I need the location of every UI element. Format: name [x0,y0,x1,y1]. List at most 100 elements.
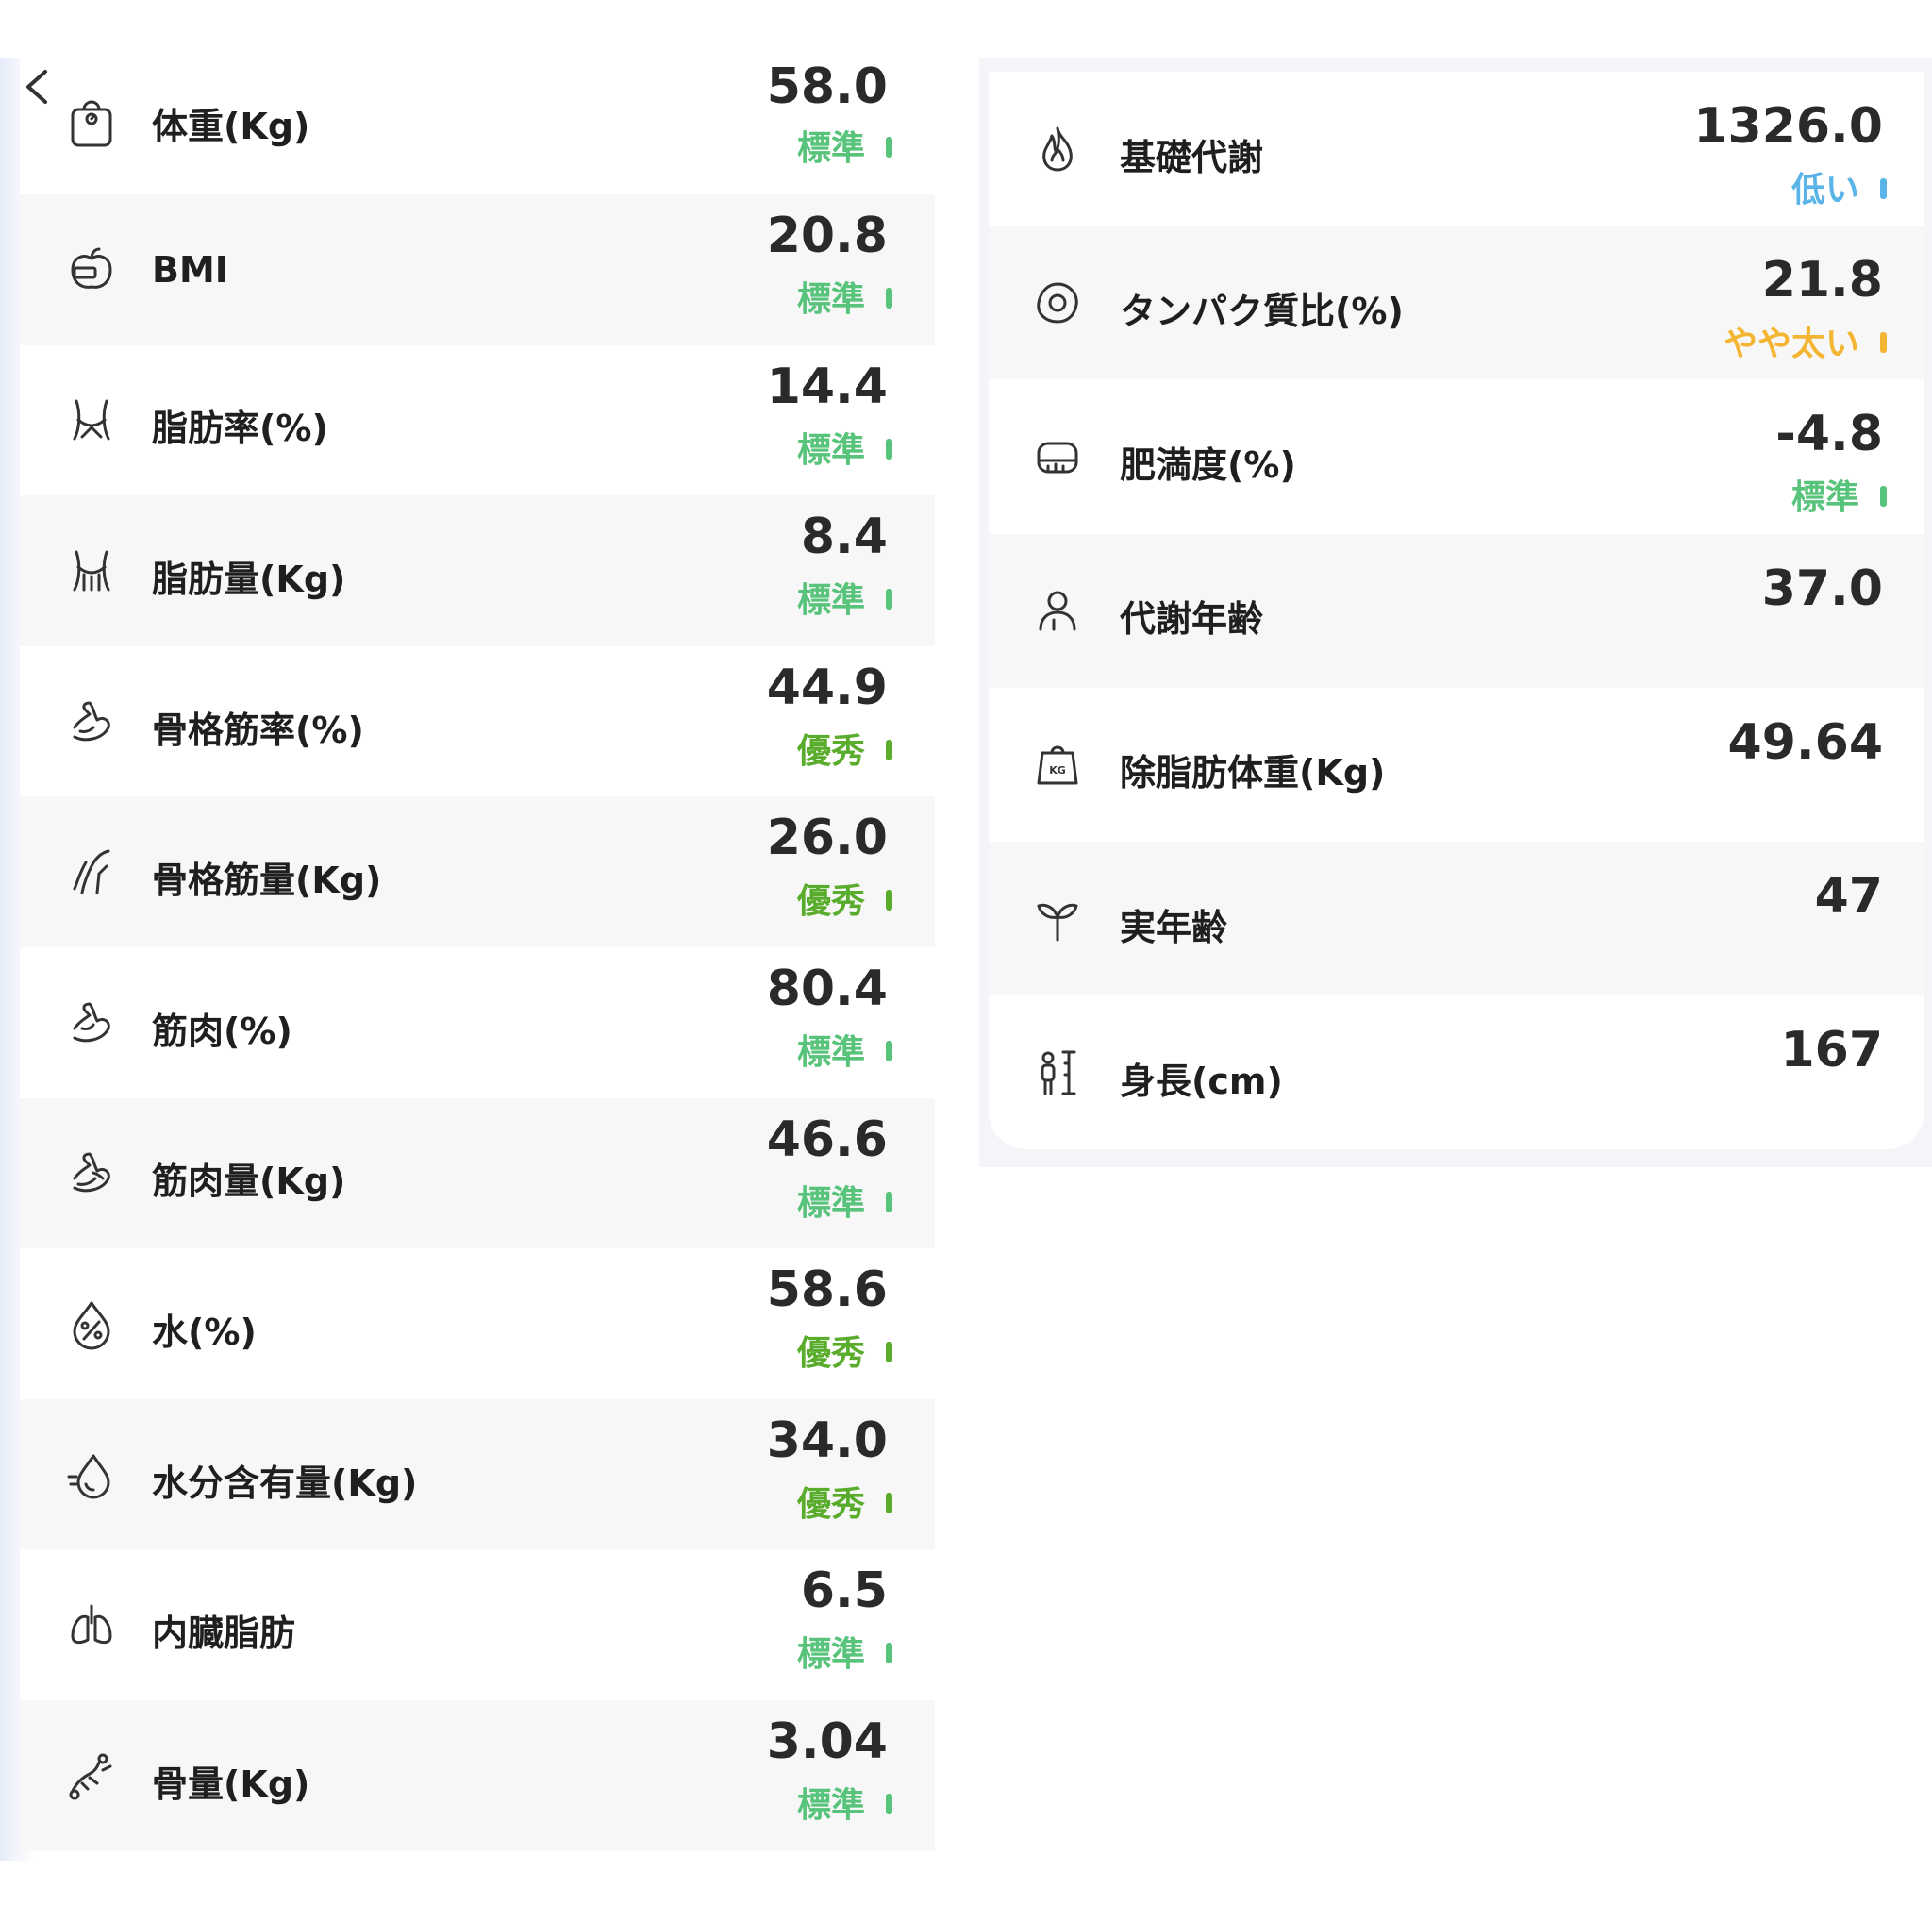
metric-label: 水(%) [152,1311,257,1353]
metric-row[interactable]: 水分含有量(Kg) 34.0 優秀 [20,1398,935,1550]
metric-row[interactable]: 肥満度(%) -4.8 標準 [989,379,1924,534]
status-text: 低い [1790,171,1859,209]
metric-value: 47 [1814,867,1883,925]
back-button[interactable] [17,66,58,108]
waist-icon [65,393,118,446]
metric-row[interactable]: 骨格筋率(%) 44.9 優秀 [20,645,935,797]
status-indicator-bar [886,137,892,158]
metric-row[interactable]: KG 除脂肪体重(Kg) 49.64 [989,687,1924,842]
metric-label: 筋肉量(Kg) [152,1161,346,1203]
height-icon [1031,1046,1084,1099]
metric-row[interactable]: BMI 20.8 標準 [20,194,935,345]
metric-label: 骨格筋量(Kg) [152,860,382,902]
status-indicator-bar [886,1342,892,1363]
metric-row[interactable]: 身長(cm) 167 [989,995,1924,1150]
status-badge: 優秀 [797,1477,892,1526]
scale-icon [65,100,118,153]
metric-row[interactable]: 筋肉(%) 80.4 標準 [20,946,935,1098]
metric-row[interactable]: 実年齢 47 [989,841,1924,996]
status-badge: 標準 [1791,470,1887,519]
status-text: 標準 [1790,478,1859,518]
metric-label: 水分含有量(Kg) [152,1462,418,1504]
metric-row[interactable]: 水(%) 58.6 優秀 [20,1248,935,1399]
status-text: 優秀 [796,731,865,771]
status-badge: 標準 [797,121,892,170]
status-text: 標準 [796,430,865,470]
arm-muscle-icon [65,695,118,748]
metric-value: 46.6 [766,1111,888,1168]
metric-row[interactable]: 脂肪率(%) 14.4 標準 [20,344,935,496]
person-icon [1031,584,1084,637]
metric-label: 基礎代謝 [1120,136,1264,178]
metric-row[interactable]: 内臓脂肪 6.5 標準 [20,1549,935,1700]
metric-value: 37.0 [1761,560,1883,617]
metric-value: 80.4 [766,960,888,1017]
status-badge: 優秀 [797,1326,892,1375]
metric-label: 肥満度(%) [1120,443,1296,486]
status-badge: 標準 [797,423,892,472]
metric-value: 1326.0 [1693,98,1883,155]
status-badge: 標準 [797,1025,892,1074]
metric-value: 20.8 [766,208,888,264]
status-badge: 低い [1791,162,1887,211]
status-badge: 標準 [797,1176,892,1225]
biceps-icon [65,996,118,1049]
metric-row[interactable]: 骨格筋量(Kg) 26.0 優秀 [20,796,935,947]
metric-label: 体重(Kg) [152,106,310,147]
status-text: 標準 [796,1785,865,1825]
status-indicator-bar [886,288,892,309]
status-indicator-bar [886,1492,892,1513]
metric-value: 8.4 [800,509,888,566]
metric-value: 26.0 [766,810,888,867]
status-text: 標準 [796,1032,865,1072]
status-text: 優秀 [796,1334,865,1374]
metric-value: 6.5 [800,1563,888,1620]
metric-value: 58.0 [766,58,888,115]
status-indicator-bar [886,589,892,610]
metric-label: タンパク質比(%) [1120,290,1404,332]
egg-icon [1031,276,1084,329]
left-metrics-list: 体重(Kg) 58.0 標準 BMI 20.8 標準 脂肪率(%) 14.4 標準 脂肪量(Kg)… [20,58,935,1851]
left-metrics-panel: 体重(Kg) 58.0 標準 BMI 20.8 標準 脂肪率(%) 14.4 標準 脂肪量(Kg)… [0,58,953,1861]
metric-value: 34.0 [766,1412,888,1469]
status-indicator-bar [886,1040,892,1061]
metric-label: 筋肉(%) [152,1010,292,1052]
metric-value: 58.6 [766,1262,888,1319]
status-badge: 標準 [797,573,892,622]
water-percent-icon [65,1297,118,1350]
biceps-flex-icon [65,1146,118,1199]
metric-row[interactable]: 代謝年齢 37.0 [989,533,1924,688]
metric-row[interactable]: タンパク質比(%) 21.8 やや太い [989,226,1924,380]
status-indicator-bar [1880,178,1887,199]
status-indicator-bar [886,438,892,460]
status-badge: 優秀 [797,874,892,923]
metric-label: 身長(cm) [1120,1060,1283,1102]
flame-icon [1031,123,1084,175]
svg-text:KG: KG [1049,764,1066,777]
status-indicator-bar [886,1191,892,1212]
metric-label: 内臓脂肪 [152,1613,296,1655]
status-text: 標準 [796,1183,865,1223]
metric-label: 脂肪量(Kg) [152,558,346,600]
chevron-left-icon [26,70,47,104]
metric-row[interactable]: 体重(Kg) 58.0 標準 [20,58,935,194]
lungs-icon [65,1598,118,1651]
status-text: 優秀 [796,882,865,922]
metric-row[interactable]: 脂肪量(Kg) 8.4 標準 [20,495,935,646]
status-indicator-bar [886,1643,892,1664]
metric-row[interactable]: 骨量(Kg) 3.04 標準 [20,1699,935,1851]
status-badge: 優秀 [797,724,892,773]
metric-row[interactable]: 筋肉量(Kg) 46.6 標準 [20,1097,935,1249]
metric-label: 骨格筋率(%) [152,709,364,751]
status-indicator-bar [1880,332,1887,354]
status-indicator-bar [886,1793,892,1814]
metric-label: 脂肪率(%) [152,408,328,450]
status-indicator-bar [886,739,892,760]
metric-row[interactable]: 基礎代謝 1326.0 低い [989,72,1924,226]
water-drop-icon [65,1448,118,1501]
metric-value: 14.4 [766,358,888,415]
right-metrics-panel: 基礎代謝 1326.0 低いタンパク質比(%) 21.8 やや太い肥満度(%) -4.8 標… [979,58,1932,1167]
metric-label: 除脂肪体重(Kg) [1120,752,1386,794]
metric-value: -4.8 [1775,406,1883,463]
apple-tape-icon [65,243,118,296]
